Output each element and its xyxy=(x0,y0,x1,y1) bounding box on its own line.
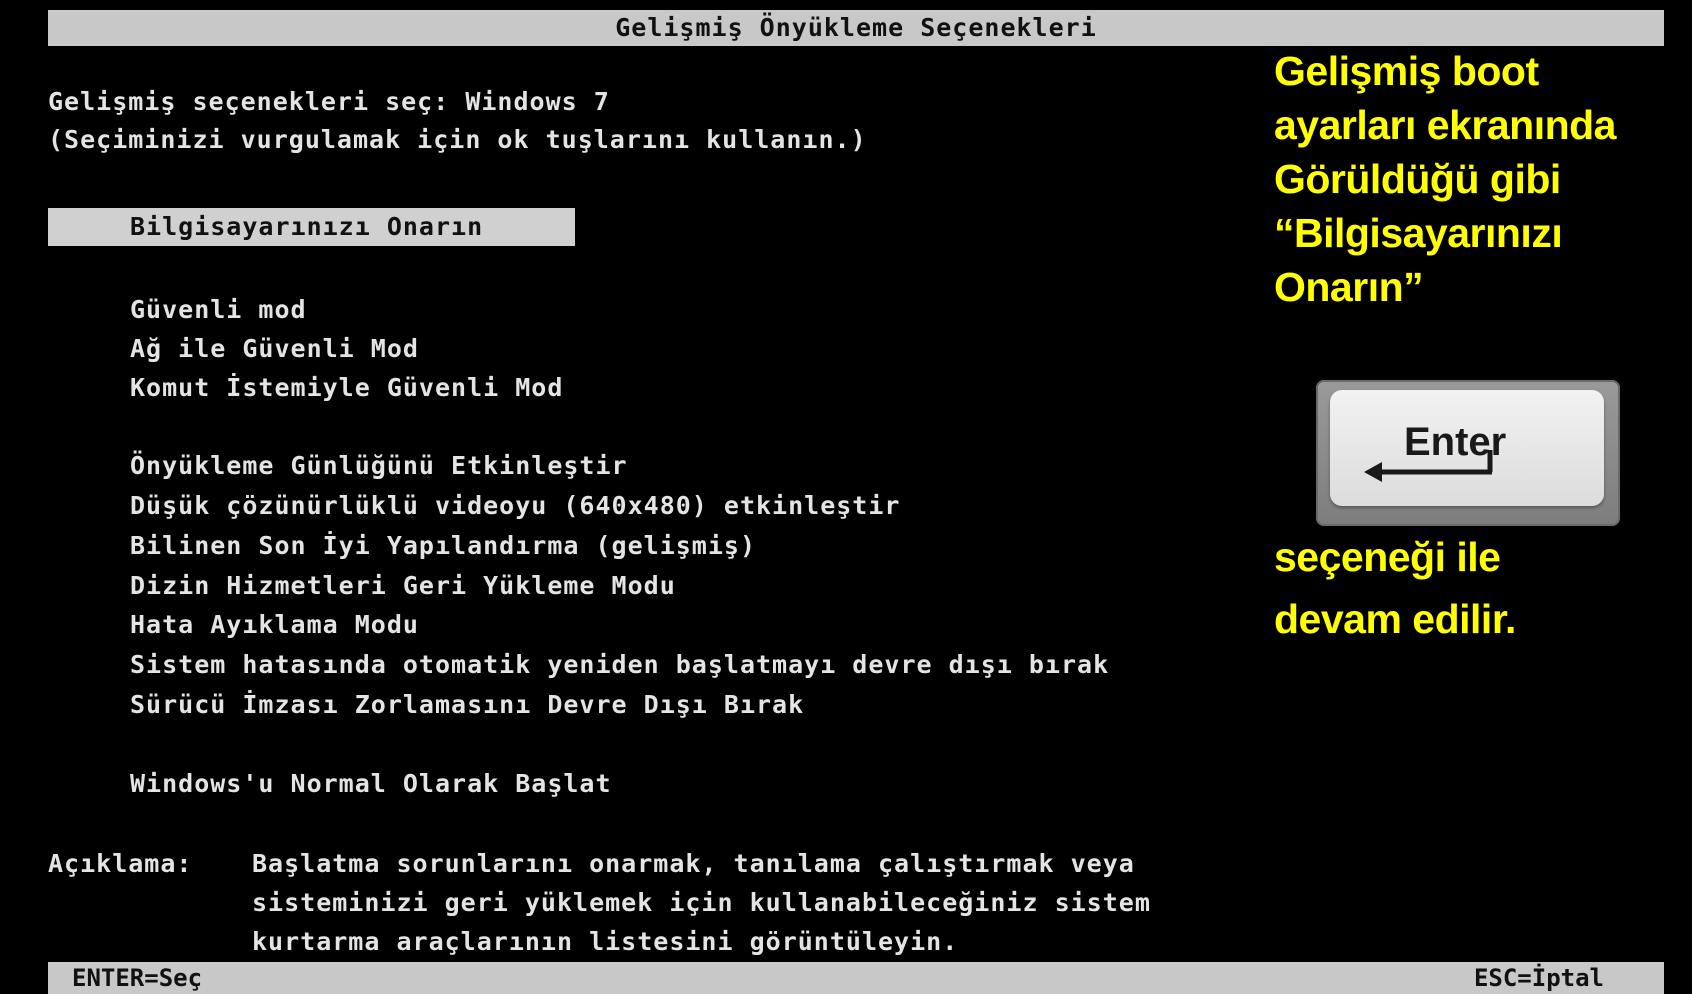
footer-enter-hint: ENTER=Seç xyxy=(72,964,203,992)
annotation-bottom: seçeneği ile devam edilir. xyxy=(1274,526,1686,650)
annotation-line: devam edilir. xyxy=(1274,596,1516,642)
description-line-2: sisteminizi geri yüklemek için kullanabi… xyxy=(252,888,1151,917)
annotation-line: Onarın” xyxy=(1274,264,1424,310)
enter-key-icon: Enter xyxy=(1316,380,1620,526)
boot-options-screen: Gelişmiş Önyükleme Seçenekleri Gelişmiş … xyxy=(0,0,1692,994)
menu-item-last-known-good[interactable]: Bilinen Son İyi Yapılandırma (gelişmiş) xyxy=(130,530,756,562)
footer-bar: ENTER=Seç ESC=İptal xyxy=(48,962,1664,994)
annotation-line: Görüldüğü gibi xyxy=(1274,156,1561,202)
menu-item-label: Bilgisayarınızı Onarın xyxy=(130,212,484,241)
description-line-3: kurtarma araçlarının listesini görüntüle… xyxy=(252,927,959,956)
menu-item-debugging-mode[interactable]: Hata Ayıklama Modu xyxy=(130,609,419,641)
menu-item-disable-driver-signature[interactable]: Sürücü İmzası Zorlamasını Devre Dışı Bır… xyxy=(130,689,804,721)
prompt-line-1: Gelişmiş seçenekleri seç: Windows 7 xyxy=(48,87,610,116)
annotation-line: “Bilgisayarınızı xyxy=(1274,210,1563,256)
menu-item-enable-boot-logging[interactable]: Önyükleme Günlüğünü Etkinleştir xyxy=(130,450,628,482)
return-arrow-icon xyxy=(1364,450,1493,482)
annotation-line: ayarları ekranında xyxy=(1274,102,1616,148)
menu-item-start-windows-normally[interactable]: Windows'u Normal Olarak Başlat xyxy=(130,768,612,800)
menu-item-disable-auto-restart[interactable]: Sistem hatasında otomatik yeniden başlat… xyxy=(130,649,1109,681)
enter-key-face: Enter xyxy=(1330,390,1604,506)
menu-item-directory-services-restore[interactable]: Dizin Hizmetleri Geri Yükleme Modu xyxy=(130,570,676,602)
annotation-line: seçeneği ile xyxy=(1274,534,1501,580)
menu-item-safe-mode-command-prompt[interactable]: Komut İstemiyle Güvenli Mod xyxy=(130,372,563,404)
menu-item-repair-computer[interactable]: Bilgisayarınızı Onarın xyxy=(48,208,575,246)
description-label: Açıklama: xyxy=(48,849,193,878)
annotation-line: Gelişmiş boot xyxy=(1274,48,1539,94)
menu-item-safe-mode[interactable]: Güvenli mod xyxy=(130,294,307,326)
annotation-top: Gelişmiş boot ayarları ekranında Görüldü… xyxy=(1274,44,1686,314)
footer-esc-hint: ESC=İptal xyxy=(1473,964,1604,992)
menu-item-safe-mode-networking[interactable]: Ağ ile Güvenli Mod xyxy=(130,333,419,365)
screen-title: Gelişmiş Önyükleme Seçenekleri xyxy=(48,10,1664,46)
description-line-1: Başlatma sorunlarını onarmak, tanılama ç… xyxy=(252,849,1135,878)
menu-item-low-resolution-video[interactable]: Düşük çözünürlüklü videoyu (640x480) etk… xyxy=(130,490,900,522)
prompt-line-2: (Seçiminizi vurgulamak için ok tuşlarını… xyxy=(48,125,867,154)
